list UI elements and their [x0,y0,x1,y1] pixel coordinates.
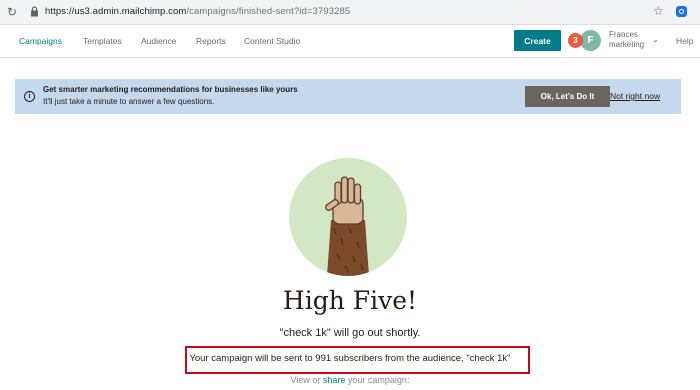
lock-icon [31,6,38,17]
raised-hand-icon [325,176,369,276]
not-right-now-link[interactable]: Not right now [610,91,660,101]
help-link[interactable]: Help [676,36,693,46]
create-button[interactable]: Create [514,30,561,51]
browser-toolbar: ↻ https://us3.admin.mailchimp.com/campai… [0,0,700,25]
recipient-summary: Your campaign will be sent to 991 subscr… [189,353,511,364]
url-host: https://us3.admin.mailchimp.com [45,6,187,17]
share-suffix: your campaign: [345,375,410,385]
nav-templates[interactable]: Templates [83,36,122,46]
nav-content-studio[interactable]: Content Studio [244,36,300,46]
campaign-status: "check 1k" will go out shortly. [279,327,421,339]
high-five-illustration [289,158,407,276]
share-link[interactable]: share [323,375,346,385]
banner-subtitle: It'll just take a minute to answer a few… [43,97,215,106]
bookmark-star-icon[interactable]: ☆ [653,4,664,18]
user-name: Frances [609,30,638,39]
info-icon: i [24,91,35,102]
url-path: /campaigns/finished-sent?id=3793285 [186,6,351,17]
app-header: Campaigns Templates Audience Reports Con… [0,25,700,58]
nav-audience[interactable]: Audience [141,36,176,46]
user-org: marketing [609,39,645,49]
lets-do-it-button[interactable]: Ok, Let's Do It [525,86,610,107]
chevron-down-icon[interactable]: ⌄ [652,35,659,44]
account-menu[interactable]: Frances marketing [609,30,644,49]
avatar[interactable]: F [580,30,601,51]
nav-reports[interactable]: Reports [196,36,226,46]
page-title: High Five! [282,286,418,315]
reload-icon[interactable]: ↻ [7,5,17,19]
banner-title: Get smarter marketing recommendations fo… [43,85,298,94]
recommendation-banner: i Get smarter marketing recommendations … [15,79,681,114]
share-prefix: View or [290,375,323,385]
share-campaign-line: View or share your campaign: [0,375,700,385]
notification-badge[interactable]: 3 [568,33,583,48]
address-bar[interactable]: https://us3.admin.mailchimp.com/campaign… [45,6,350,17]
extension-icon[interactable] [676,6,687,17]
nav-campaigns[interactable]: Campaigns [19,36,62,46]
